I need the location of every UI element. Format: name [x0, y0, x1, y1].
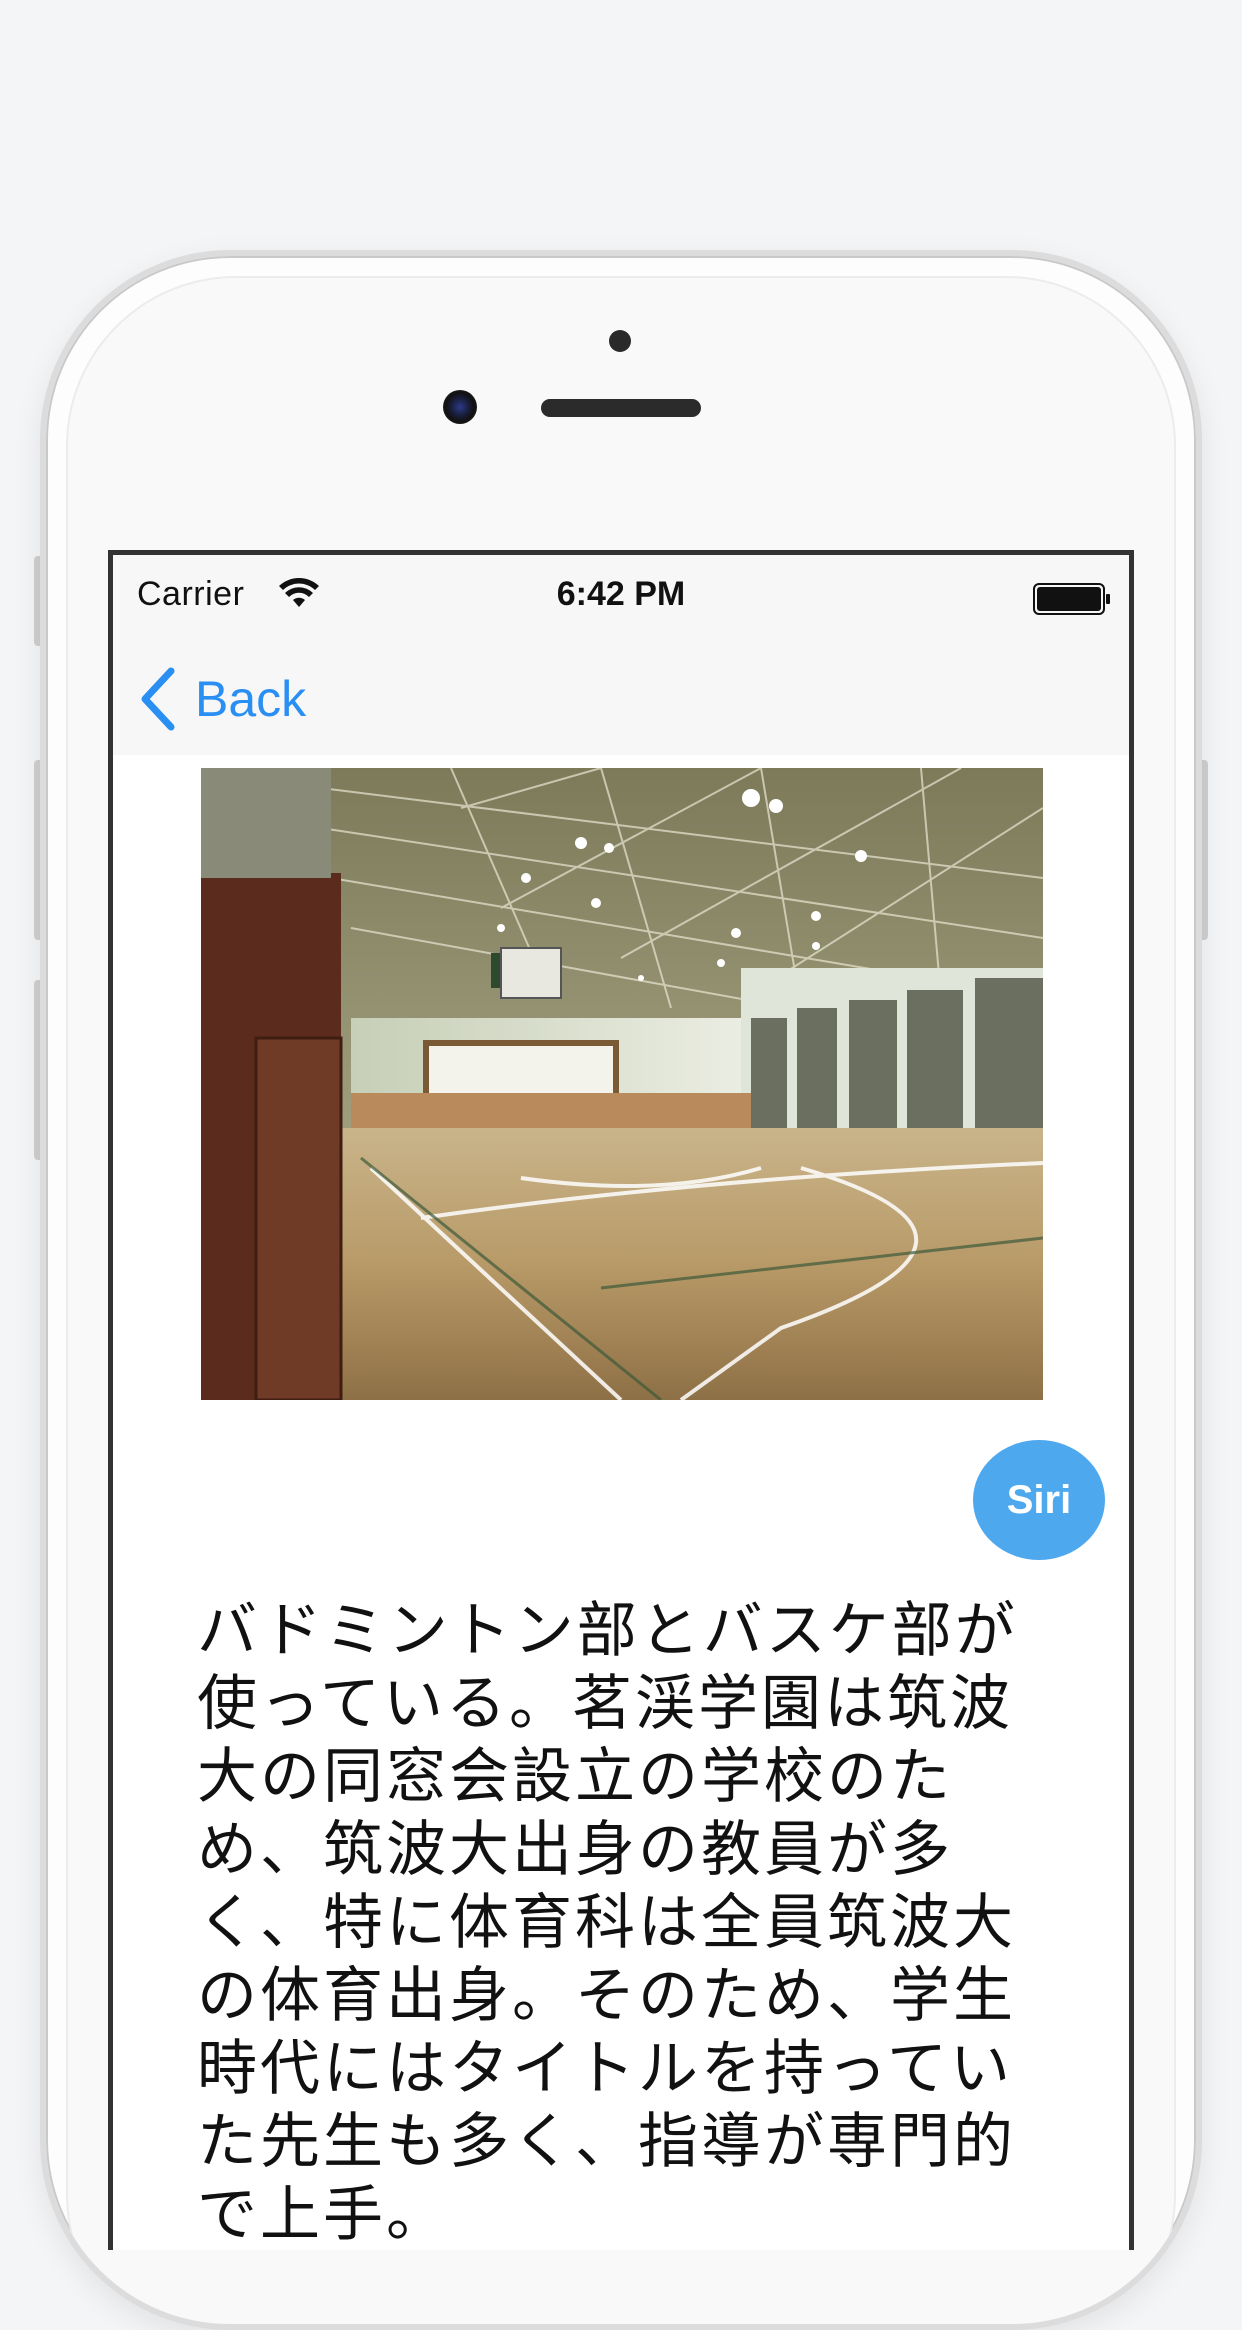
description-text: バドミントン部とバスケ部が使っている。茗渓学園は筑波大の同窓会設立の学校のため、…	[197, 1596, 1018, 2250]
navigation-bar: Back	[113, 643, 1129, 755]
status-time: 6:42 PM	[556, 575, 686, 613]
back-button-label: Back	[195, 671, 307, 727]
front-camera-icon	[443, 390, 477, 424]
siri-button[interactable]: Siri	[973, 1440, 1105, 1560]
chevron-left-icon	[141, 667, 175, 731]
device-screen: Carrier 6:42 PM Back Siri バドミントン部とバスケ部が使…	[108, 550, 1134, 2250]
back-button[interactable]: Back	[137, 643, 306, 755]
battery-icon	[1033, 583, 1110, 615]
gymnasium-photo	[201, 768, 1043, 1400]
proximity-sensor	[609, 330, 631, 352]
earpiece-speaker	[541, 399, 701, 417]
status-bar: Carrier 6:42 PM	[113, 555, 1129, 643]
